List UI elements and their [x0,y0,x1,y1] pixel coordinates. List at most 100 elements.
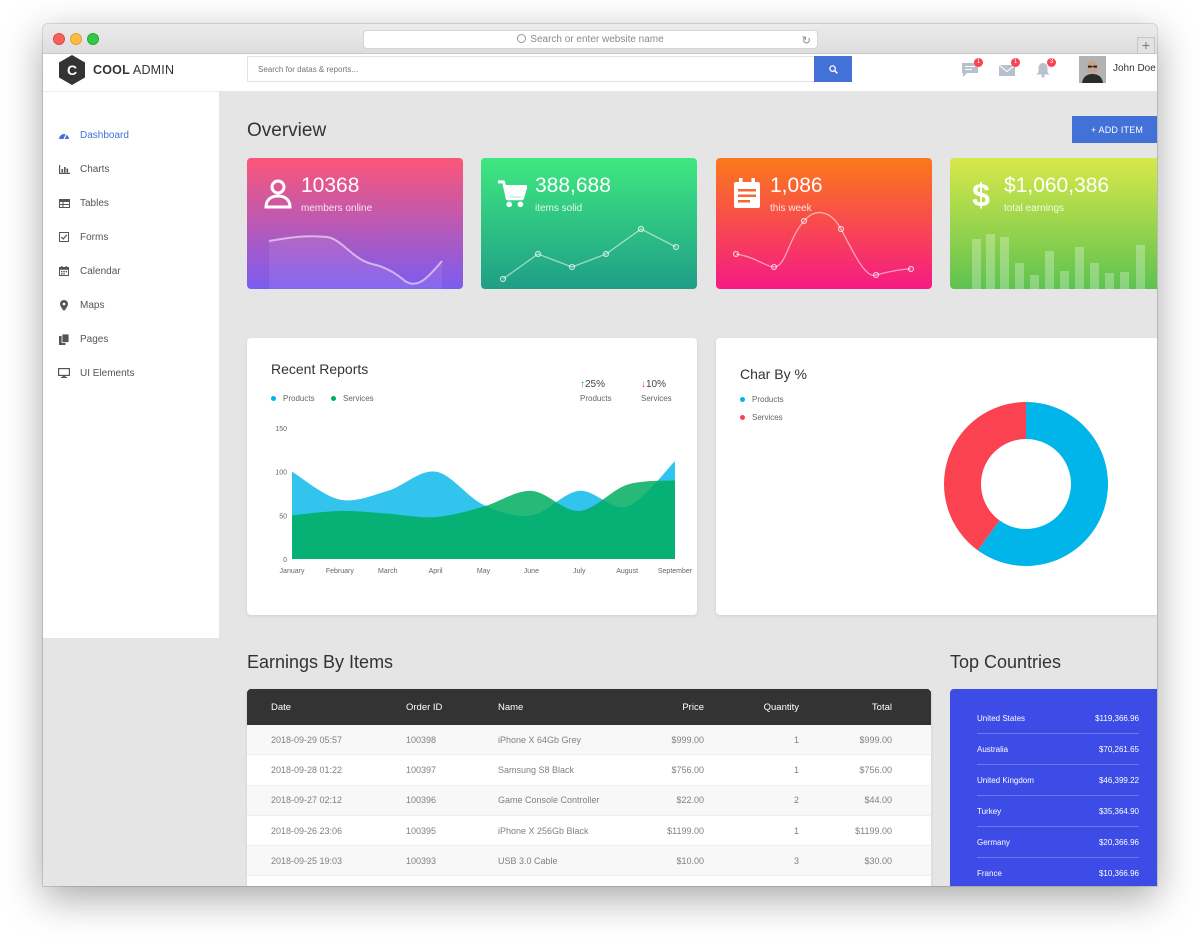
search-icon [828,64,838,74]
cell-name: Samsung S8 Black [498,764,575,775]
stat-label: members online [301,203,373,214]
column-header-price[interactable]: Price [682,689,704,725]
stat-card-total-earnings: $ $1,060,386 total earnings [950,158,1157,289]
window-zoom-button[interactable] [87,33,99,45]
country-row[interactable]: United Kingdom $46,399.22 [977,765,1139,796]
address-placeholder: Search or enter website name [530,34,664,45]
column-header-order-id[interactable]: Order ID [406,689,442,725]
browser-chrome: Search or enter website name ↻ + [43,24,1157,54]
mail-badge: 1 [1011,58,1020,67]
cell-name: USB 3.0 Cable [498,855,558,866]
sidebar-item-tables[interactable]: Tables [43,186,219,220]
sparkline-chart [499,225,680,283]
recent-reports-card: Recent Reports Products Services ↑25% Pr… [247,338,697,615]
table-row[interactable]: 2018-09-29 05:57 100398 iPhone X 64Gb Grey… [247,725,931,756]
cell-price: $999.00 [671,734,704,745]
cell-date: 2018-09-29 05:57 [271,734,343,745]
chat-notification-button[interactable]: 1 [961,58,983,78]
sidebar-item-charts[interactable]: Charts [43,152,219,186]
country-row[interactable]: Germany $20,366.96 [977,827,1139,858]
bell-notification-button[interactable]: 3 [1034,58,1056,78]
search-button[interactable] [814,56,852,82]
sparkline-bar-chart [972,234,1145,289]
bar-chart-icon [58,163,70,175]
legend-products[interactable]: Products [740,395,784,404]
table-row[interactable]: 2018-09-29 05:57 100392 Smartwatch 4.0 LTE… [247,876,931,886]
stat-value: 10368 [301,174,360,197]
cell-quantity: 2 [793,795,799,806]
x-tick-label: July [573,568,586,575]
legend-products[interactable]: Products [271,394,315,403]
sparkline-chart [732,211,915,279]
cell-quantity: 1 [793,734,799,745]
top-countries-list: United States $119,366.96 Australia $70,261… [950,689,1157,886]
mail-notification-button[interactable]: 1 [998,58,1020,78]
cell-date: 2018-09-25 19:03 [271,855,343,866]
country-row[interactable]: United States $119,366.96 [977,703,1139,734]
column-header-date[interactable]: Date [271,689,291,725]
products-change-label: Products [580,394,612,403]
y-tick-label: 0 [283,557,287,564]
column-header-total[interactable]: Total [872,689,892,725]
country-amount: $46,399.22 [1098,775,1139,785]
char-by-percent-card: Char By % Products Services [716,338,1157,615]
sidebar-item-forms[interactable]: Forms [43,220,219,254]
x-tick-label: March [378,568,398,575]
cell-name: Game Console Controller [498,795,600,806]
column-header-quantity[interactable]: Quantity [764,689,799,725]
country-name: United States [977,713,1026,723]
country-amount: $70,261.65 [1098,744,1139,754]
sidebar-item-maps[interactable]: Maps [43,288,219,322]
legend-services[interactable]: Services [331,394,374,403]
map-marker-icon [58,299,70,311]
legend-dot-icon [271,396,276,401]
sidebar-item-ui-elements[interactable]: UI Elements [43,356,219,390]
user-icon [264,179,292,209]
tachometer-icon [58,129,70,141]
sidebar-item-calendar[interactable]: Calendar [43,254,219,288]
cell-order-id: 100397 [406,764,437,775]
column-header-name[interactable]: Name [498,689,523,725]
window-minimize-button[interactable] [70,33,82,45]
table-icon [58,197,70,209]
sidebar-item-label: UI Elements [80,367,135,379]
country-row[interactable]: France $10,366.96 [977,858,1139,886]
country-name: Germany [977,837,1010,847]
search-icon [517,34,527,43]
country-row[interactable]: Turkey $35,364.90 [977,796,1139,827]
cell-order-id: 100392 [406,876,436,886]
brand-logo[interactable]: C COOL ADMIN [43,54,219,92]
earnings-table: Date Order ID Name Price Quantity Total … [247,689,931,886]
user-avatar-image [1079,56,1106,83]
legend-services[interactable]: Services [740,413,783,422]
new-tab-button[interactable]: + [1137,37,1155,54]
earnings-section-title: Earnings By Items [247,652,394,672]
stat-value: 1,086 [770,174,823,197]
address-bar[interactable]: Search or enter website name ↻ [363,30,818,49]
add-item-button[interactable]: + ADD ITEM [1072,116,1157,143]
country-row[interactable]: Australia $70,261.65 [977,734,1139,765]
cell-total: $30.00 [864,855,892,866]
calendar-icon [58,265,70,277]
country-amount: $35,364.90 [1098,806,1139,816]
cell-price: $199.00 [671,876,704,886]
table-row[interactable]: 2018-09-28 01:22 100397 Samsung S8 Black $7… [247,755,931,786]
table-header: Date Order ID Name Price Quantity Total [247,689,931,725]
cell-order-id: 100396 [406,795,437,806]
table-row[interactable]: 2018-09-27 02:12 100396 Game Console Contr… [247,785,931,816]
page-title: Overview [247,120,327,141]
country-name: France [977,868,1002,878]
table-row[interactable]: 2018-09-26 23:06 100395 iPhone X 256Gb Bla… [247,816,931,847]
search-input[interactable] [247,56,814,82]
avatar[interactable] [1079,56,1106,83]
sidebar-item-dashboard[interactable]: Dashboard [43,118,219,152]
sidebar-item-pages[interactable]: Pages [43,322,219,356]
cart-icon [497,180,527,208]
window-close-button[interactable] [53,33,65,45]
cell-total: $999.00 [859,734,892,745]
svg-text:$: $ [972,178,990,210]
cell-order-id: 100395 [406,825,437,836]
table-row[interactable]: 2018-09-25 19:03 100393 USB 3.0 Cable $10.0… [247,846,931,877]
user-name[interactable]: John Doe [1113,63,1156,74]
reload-icon[interactable]: ↻ [802,33,811,50]
